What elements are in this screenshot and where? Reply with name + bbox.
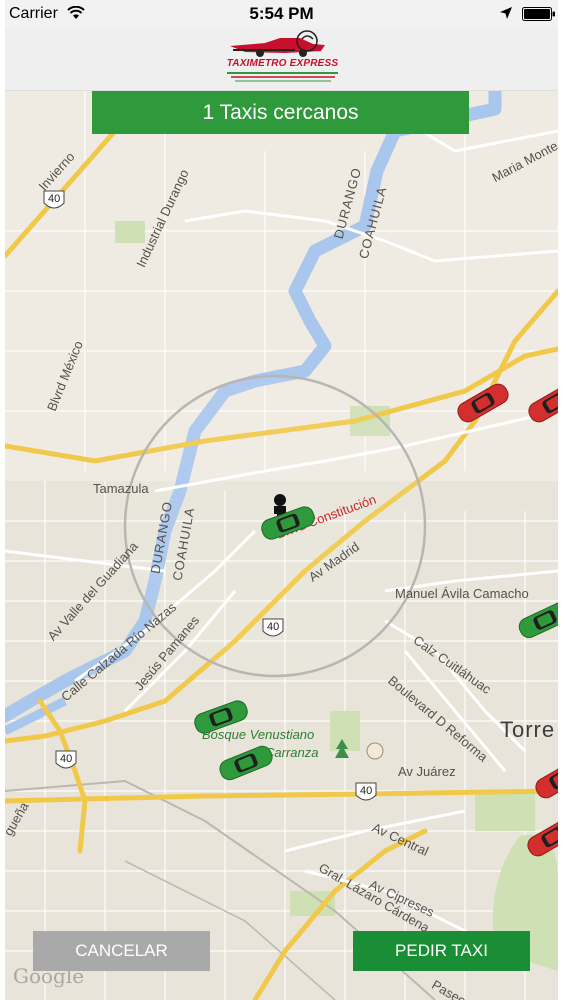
street-label: Tamazula [93,481,149,496]
logo-text: TAXIMETRO EXPRESS [226,58,339,69]
map-base [5,91,558,1000]
app-screen: Carrier 5:54 PM TAXIMETRO EXPRESS 40 40 … [5,0,558,1000]
battery-icon [522,7,555,21]
status-bar: Carrier 5:54 PM [5,0,558,28]
highway-shield-label: 40 [48,193,61,205]
street-label: Manuel Ávila Camacho [395,586,529,601]
location-arrow-icon [500,7,512,19]
clock: 5:54 PM [249,4,314,23]
header: TAXIMETRO EXPRESS [5,28,558,91]
nearby-taxis-banner: 1 Taxis cercanos [92,91,469,134]
highway-shield-label: 40 [60,753,73,765]
taximetro-logo: TAXIMETRO EXPRESS [225,30,340,86]
order-taxi-button[interactable]: PEDIR TAXI [353,931,530,971]
city-label: Torre [500,717,556,742]
map-view[interactable]: 40 40 40 40 Invierno Industrial Durango … [5,91,558,1000]
highway-shield-label: 40 [267,621,280,633]
cancel-button[interactable]: CANCELAR [33,931,210,971]
highway-shield-label: 40 [360,785,373,797]
street-label: Av Juárez [398,764,456,779]
